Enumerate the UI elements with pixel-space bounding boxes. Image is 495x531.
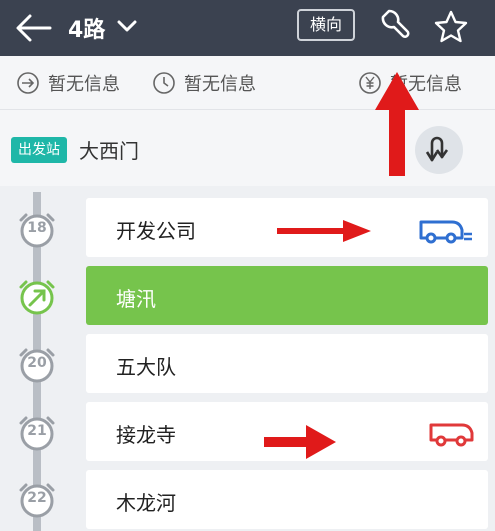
top-bar: 4路 横向: [0, 0, 495, 56]
station-row[interactable]: 五大队: [86, 334, 488, 393]
chevron-down-icon[interactable]: [116, 16, 138, 36]
station-seq-number: 18: [27, 220, 47, 236]
bus-arrived-icon[interactable]: [418, 216, 474, 244]
station-name: 五大队: [116, 355, 176, 379]
swap-direction-button[interactable]: [415, 126, 463, 174]
station-name: 接龙寺: [116, 423, 176, 447]
time-info: 暂无信息: [152, 70, 256, 96]
direction-icon: [17, 72, 39, 94]
annotation-arrow-right-icon: [264, 425, 336, 459]
back-arrow-icon[interactable]: [14, 10, 54, 46]
station-row-current[interactable]: 塘汛: [86, 266, 488, 325]
direction-info: 暂无信息: [16, 70, 120, 96]
wrench-icon[interactable]: [374, 8, 412, 46]
station-seq-18: 18: [17, 210, 57, 250]
station-name: 塘汛: [116, 287, 156, 311]
station-seq-21: 21: [17, 413, 57, 453]
star-icon[interactable]: [432, 8, 470, 46]
station-seq-number: 22: [27, 490, 47, 506]
swap-icon: [425, 136, 449, 162]
station-row[interactable]: 木龙河: [86, 470, 488, 529]
annotation-arrow-right-icon: [277, 220, 371, 242]
station-name: 木龙河: [116, 491, 176, 515]
station-seq-22: 22: [17, 480, 57, 520]
departure-badge: 出发站: [11, 137, 67, 163]
station-name: 开发公司: [116, 219, 196, 243]
current-location-icon: [19, 280, 55, 315]
route-title[interactable]: 4路: [68, 12, 105, 44]
station-seq-number: 20: [27, 355, 47, 371]
orientation-button[interactable]: 横向: [297, 9, 355, 41]
annotation-arrow-up-icon: [375, 72, 419, 176]
departure-station: 大西门: [79, 139, 139, 163]
clock-icon: [153, 72, 175, 94]
current-station-marker: [17, 277, 57, 317]
station-seq-20: 20: [17, 345, 57, 385]
bus-approaching-icon[interactable]: [428, 420, 484, 448]
time-info-text: 暂无信息: [184, 74, 256, 95]
direction-info-text: 暂无信息: [48, 74, 120, 95]
station-seq-number: 21: [27, 423, 47, 439]
